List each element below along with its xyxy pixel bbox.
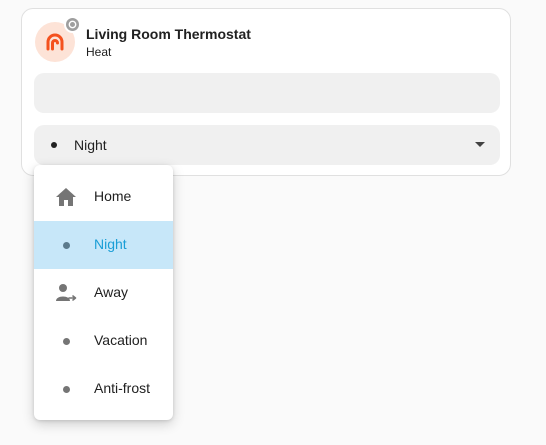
dot-icon — [54, 377, 78, 401]
menu-item-label: Night — [94, 236, 127, 252]
menu-item-night[interactable]: Night — [34, 221, 173, 269]
preset-menu: Home Night Away Vacation Anti-frost — [34, 165, 173, 420]
thermostat-card: Living Room Thermostat Heat Night — [21, 8, 511, 176]
preset-dot-icon — [51, 142, 57, 148]
dropdown-arrow-icon — [475, 142, 485, 147]
preset-select[interactable]: Night — [34, 125, 500, 165]
entity-state: Heat — [86, 45, 112, 59]
temperature-control[interactable] — [34, 73, 500, 113]
menu-item-label: Away — [94, 284, 128, 300]
dot-icon — [54, 233, 78, 257]
menu-item-label: Home — [94, 188, 132, 204]
preset-badge-icon — [64, 16, 81, 33]
page: Living Room Thermostat Heat Night Home N… — [0, 0, 546, 445]
dot-icon — [54, 329, 78, 353]
menu-item-label: Vacation — [94, 332, 148, 348]
menu-item-home[interactable]: Home — [34, 173, 173, 221]
preset-select-value: Night — [74, 137, 107, 153]
entity-icon-container[interactable] — [35, 16, 81, 62]
menu-item-vacation[interactable]: Vacation — [34, 317, 173, 365]
menu-item-away[interactable]: Away — [34, 269, 173, 317]
home-icon — [54, 185, 78, 209]
menu-item-label: Anti-frost — [94, 380, 151, 396]
entity-title: Living Room Thermostat — [86, 26, 251, 42]
menu-item-anti-frost[interactable]: Anti-frost — [34, 365, 173, 413]
person-away-icon — [54, 281, 78, 305]
